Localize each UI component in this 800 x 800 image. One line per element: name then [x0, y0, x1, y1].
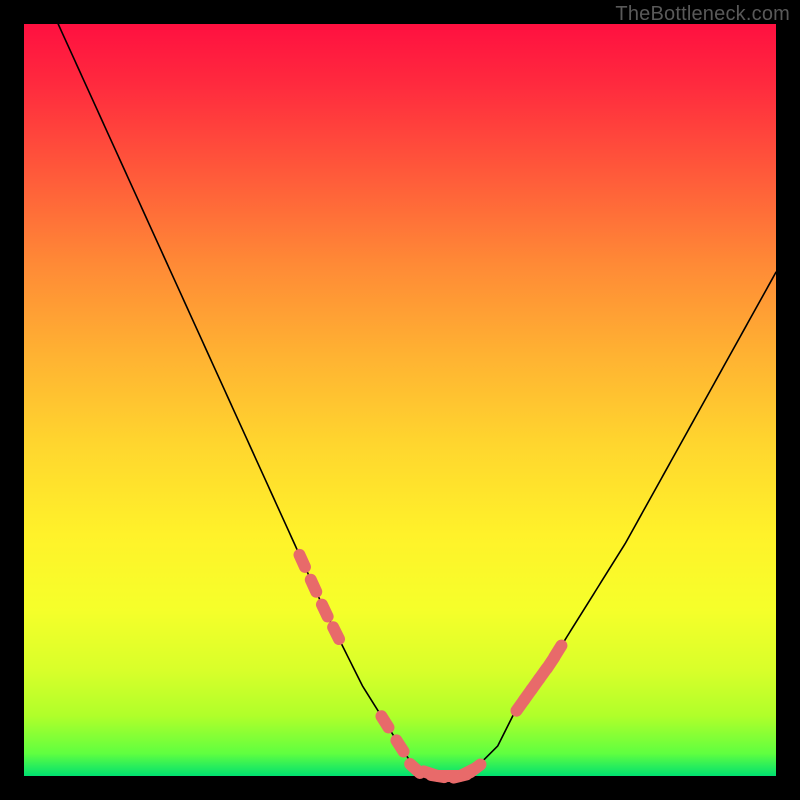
curve-marker — [311, 580, 316, 592]
bottleneck-curve — [24, 0, 776, 776]
curve-marker — [322, 605, 328, 617]
watermark-text: TheBottleneck.com — [615, 3, 790, 26]
bottleneck-curve-svg — [24, 24, 776, 776]
marker-group — [300, 555, 562, 778]
curve-marker — [470, 765, 481, 773]
curve-marker — [300, 555, 305, 567]
curve-marker — [333, 627, 339, 639]
curve-marker — [381, 716, 388, 727]
curve-marker — [554, 646, 561, 657]
curve-marker — [396, 740, 403, 751]
plot-area — [24, 24, 776, 776]
chart-frame: TheBottleneck.com — [0, 0, 800, 800]
